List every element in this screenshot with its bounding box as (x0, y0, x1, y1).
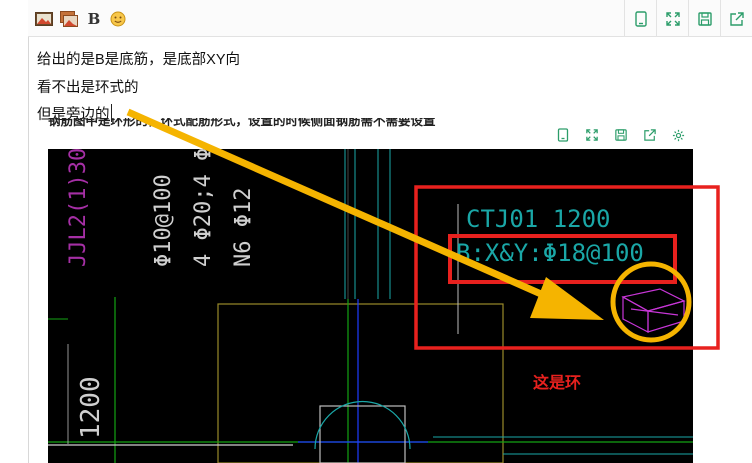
bold-button[interactable]: B (84, 9, 104, 29)
emoji-icon[interactable] (108, 9, 128, 29)
share-icon[interactable] (720, 0, 752, 37)
editor-toolbar: B (28, 0, 752, 37)
image-icon[interactable] (34, 9, 54, 29)
share-icon[interactable] (635, 121, 664, 149)
cad-label-stirrup: Φ10@100 (151, 174, 176, 267)
image-caption-partial: 钢筋图中是环形的，环式配筋形式，设置的时候侧面钢筋需不需要设置 (48, 118, 478, 130)
cad-label-bars: 4 Φ20;4 Φ (191, 149, 216, 267)
mobile-preview-icon[interactable] (624, 0, 656, 37)
cad-drawing-image: JJL2(1)300 Φ10@100 4 Φ20;4 Φ N6 Φ12 1200… (48, 149, 693, 463)
text-line-1[interactable]: 给出的是B是底筋，是底部XY向 (37, 50, 240, 70)
mobile-preview-icon[interactable] (548, 121, 577, 149)
cad-label-bxy: B:X&Y:Φ18@100 (456, 239, 644, 267)
cad-label-dim: 1200 (76, 376, 106, 439)
settings-icon[interactable] (664, 121, 693, 149)
editor-right-tools (624, 0, 752, 37)
fullscreen-icon[interactable] (656, 0, 688, 37)
cad-linework (48, 149, 693, 463)
image-caption-text: 钢筋图中是环形的，环式配筋形式，设置的时候侧面钢筋需不需要设置 (48, 118, 436, 128)
save-icon[interactable] (688, 0, 720, 37)
fullscreen-icon[interactable] (577, 121, 606, 149)
cad-label-n6: N6 Φ12 (231, 187, 256, 267)
image-toolbar (548, 121, 693, 149)
ring-annotation-label: 这是环 (533, 375, 582, 392)
text-line-2[interactable]: 看不出是环式的 (37, 78, 139, 98)
cad-label-ct: CTJ01 1200 (466, 205, 611, 233)
image-gallery-icon[interactable] (59, 9, 79, 29)
cad-label-jjl: JJL2(1)300 (66, 149, 91, 267)
save-icon[interactable] (606, 121, 635, 149)
